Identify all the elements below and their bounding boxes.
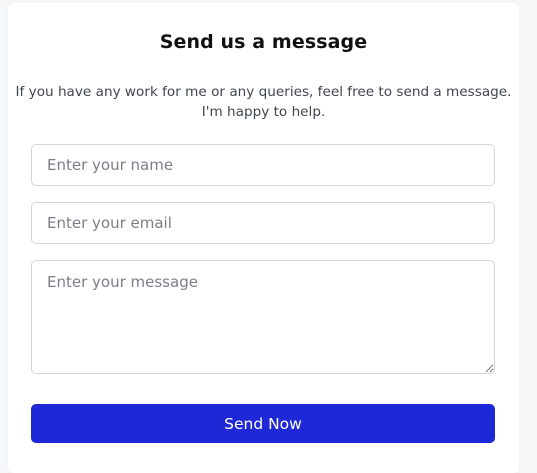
form-description-line-1: If you have any work for me or any queri… (15, 84, 512, 100)
email-input[interactable] (31, 202, 495, 244)
form-title: Send us a message (159, 31, 368, 53)
message-textarea[interactable] (31, 260, 495, 374)
form-description: If you have any work for me or any queri… (8, 82, 519, 122)
send-now-button[interactable]: Send Now (31, 404, 495, 443)
form-description-line-2: I'm happy to help. (201, 104, 326, 120)
contact-form-card: Send us a message If you have any work f… (8, 3, 519, 473)
name-input[interactable] (31, 144, 495, 186)
